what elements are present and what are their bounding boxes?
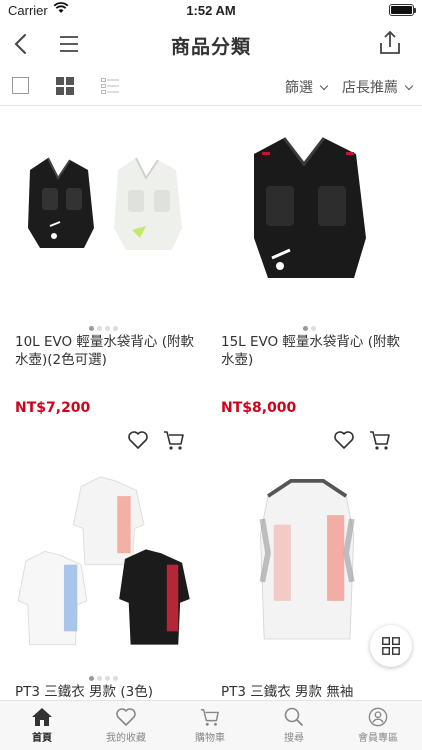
product-price: NT$8,000: [221, 400, 297, 416]
product-name[interactable]: PT3 三鐵衣 男款 無袖: [221, 683, 411, 701]
page-title: 商品分類: [170, 36, 251, 58]
battery-icon: [389, 4, 416, 16]
select-all-checkbox[interactable]: [12, 77, 29, 94]
product-image[interactable]: [206, 108, 412, 308]
tab-label: 購物車: [195, 733, 225, 744]
grid-view-icon[interactable]: [56, 77, 74, 95]
tab-cart[interactable]: 購物車: [168, 707, 252, 744]
quick-menu-button[interactable]: [370, 625, 412, 667]
bottom-tab-bar: 首頁 我的收藏 購物車 搜尋 會員專區: [0, 700, 422, 750]
product-image[interactable]: [0, 458, 206, 658]
tab-member[interactable]: 會員專區: [336, 707, 420, 744]
heart-icon[interactable]: [127, 430, 149, 450]
filter-dropdown[interactable]: 篩選: [285, 77, 329, 97]
sort-label: 店長推薦: [342, 80, 398, 96]
share-icon[interactable]: [378, 30, 402, 56]
cart-icon[interactable]: [369, 429, 391, 451]
tab-label: 搜尋: [284, 733, 304, 744]
product-name[interactable]: PT3 三鐵衣 男款 (3色): [15, 683, 205, 701]
product-name[interactable]: 10L EVO 輕量水袋背心 (附軟水壺)(2色可選): [15, 333, 205, 369]
nav-header: 商品分類: [0, 22, 422, 66]
home-icon: [32, 708, 52, 726]
tab-label: 會員專區: [358, 733, 398, 744]
tab-favorites[interactable]: 我的收藏: [84, 707, 168, 744]
status-bar: Carrier 1:52 AM: [0, 0, 422, 22]
tab-home[interactable]: 首頁: [0, 707, 84, 744]
clock: 1:52 AM: [186, 3, 236, 18]
view-toolbar: 篩選 店長推薦: [0, 66, 422, 106]
cart-icon: [200, 709, 219, 726]
grid-icon: [382, 637, 400, 655]
chevron-down-icon: [404, 81, 414, 91]
heart-icon[interactable]: [333, 430, 355, 450]
tab-label: 首頁: [32, 733, 52, 744]
heart-icon: [116, 708, 136, 726]
product-image[interactable]: [0, 108, 206, 308]
tab-label: 我的收藏: [106, 733, 146, 744]
user-icon: [368, 707, 388, 727]
cart-icon[interactable]: [163, 429, 185, 451]
list-view-icon[interactable]: [101, 78, 119, 94]
filter-label: 篩選: [285, 80, 313, 96]
product-price: NT$7,200: [15, 400, 91, 416]
tab-search[interactable]: 搜尋: [252, 707, 336, 744]
sort-dropdown[interactable]: 店長推薦: [342, 77, 414, 97]
product-name[interactable]: 15L EVO 輕量水袋背心 (附軟水壺): [221, 333, 411, 369]
search-icon: [284, 707, 304, 727]
chevron-down-icon: [319, 81, 329, 91]
